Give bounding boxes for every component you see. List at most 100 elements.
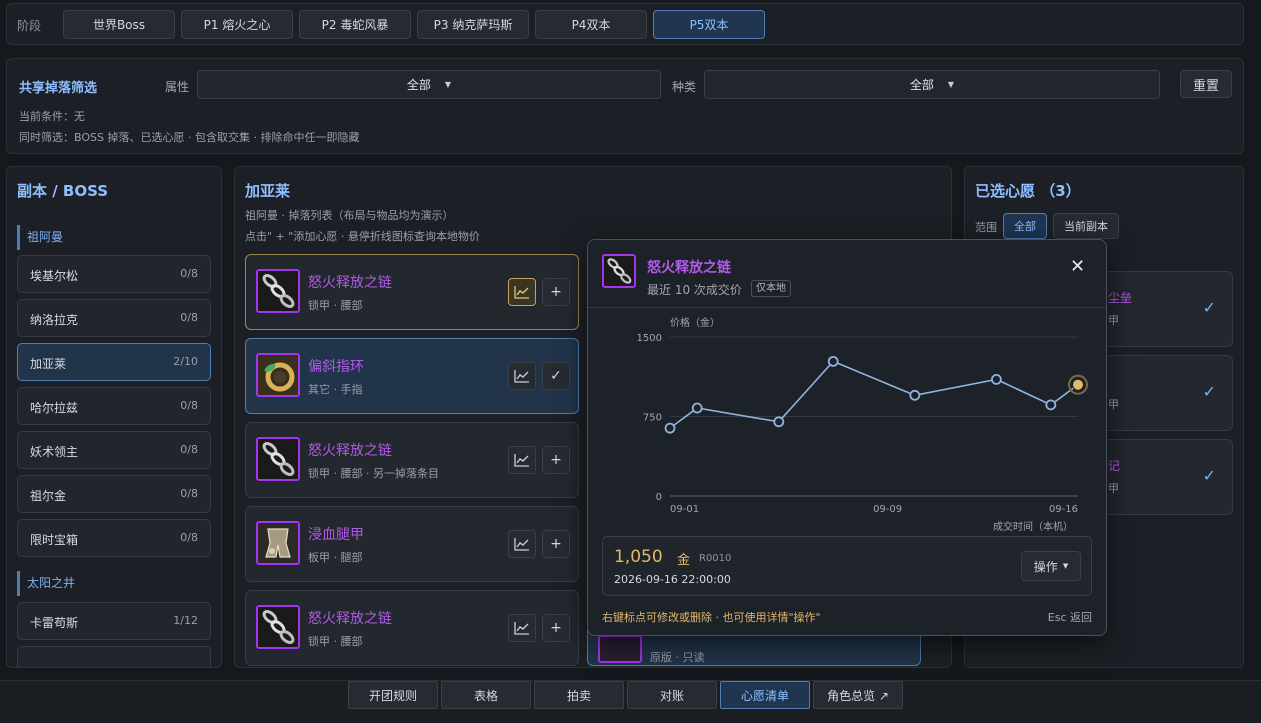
add-wish-button[interactable]: +: [542, 530, 570, 558]
drop-name: 浸血腿甲: [308, 527, 364, 543]
price-chart-button[interactable]: [508, 530, 536, 558]
filter-description: 同时筛选：BOSS 掉落、已选心愿 · 包含取交集 · 排除命中任一即隐藏: [19, 131, 360, 144]
type-select[interactable]: 全部 ▼: [704, 70, 1160, 99]
drop-meta: 锁甲 · 腰部 · 另一掉落条目: [308, 467, 439, 480]
type-select-value: 全部: [909, 78, 934, 92]
price-chart-button[interactable]: [508, 446, 536, 474]
operation-button[interactable]: 操作 ▼: [1021, 551, 1081, 581]
boss-item[interactable]: 纳洛拉克 0/8: [17, 299, 211, 337]
operation-label: 操作: [1033, 559, 1058, 574]
x-tick-label: 09-01: [670, 504, 699, 515]
price-chart-button[interactable]: [508, 614, 536, 642]
item-icon: [598, 635, 642, 663]
wish-name: 记: [1108, 459, 1121, 473]
stage-button-p4[interactable]: P4双本: [535, 10, 647, 39]
drop-meta: 其它 · 手指: [308, 383, 363, 396]
drop-card[interactable]: 怒火释放之链 锁甲 · 腰部 · 另一掉落条目 +: [245, 422, 579, 498]
local-only-badge: 仅本地: [751, 280, 791, 297]
popup-hint: 右键标点可修改或删除 · 也可使用详情"操作": [602, 611, 821, 624]
stage-button-world-boss[interactable]: 世界Boss: [63, 10, 175, 39]
boss-item[interactable]: 限时宝箱 0/8: [17, 519, 211, 557]
drop-card[interactable]: 偏斜指环 其它 · 手指 ✓: [245, 338, 579, 414]
data-point: [990, 374, 1002, 385]
drop-card[interactable]: 浸血腿甲 板甲 · 腿部 +: [245, 506, 579, 582]
boss-item[interactable]: 哈尔拉兹 0/8: [17, 387, 211, 425]
esc-hint[interactable]: Esc 返回: [1048, 609, 1092, 625]
wish-meta: 甲: [1108, 398, 1119, 411]
trade-time: 2026-09-16 22:00:00: [614, 573, 731, 586]
boss-item[interactable]: [17, 646, 211, 667]
filter-title: 共享掉落筛选: [19, 81, 98, 96]
stage-button-p1[interactable]: P1 熔火之心: [181, 10, 293, 39]
boss-name: 卡雷苟斯: [30, 616, 79, 630]
price-chart-button[interactable]: [508, 278, 536, 306]
add-wish-button[interactable]: +: [542, 278, 570, 306]
drop-card[interactable]: 怒火释放之链 锁甲 · 腰部 +: [245, 254, 579, 330]
boss-count: 0/8: [180, 443, 198, 456]
boss-name: 埃基尔松: [30, 269, 79, 283]
reset-button[interactable]: 重置: [1180, 70, 1232, 98]
boss-count: 0/8: [180, 267, 198, 280]
chain-icon: [256, 605, 300, 649]
group-label-sunwell: 太阳之井: [17, 571, 211, 596]
wished-check-button[interactable]: ✓: [542, 362, 570, 390]
drop-name: 怒火释放之链: [308, 443, 392, 459]
boss-name: 哈尔拉兹: [30, 401, 79, 415]
boss-panel: 副本 / BOSS 祖阿曼 埃基尔松 0/8 纳洛拉克 0/8 加亚莱 2/10…: [6, 166, 222, 668]
line-chart-icon: [514, 454, 529, 467]
attr-select[interactable]: 全部 ▼: [197, 70, 661, 99]
selected-point-info: 1,050 金 R0010 2026-09-16 22:00:00 操作 ▼: [602, 536, 1092, 596]
boss-item-selected[interactable]: 加亚莱 2/10: [17, 343, 211, 381]
check-icon: ✓: [1202, 466, 1216, 485]
boss-count: 0/8: [180, 531, 198, 544]
boss-count: 0/8: [180, 311, 198, 324]
drop-panel-title: 加亚莱: [245, 182, 291, 200]
tab-rules[interactable]: 开团规则: [348, 681, 438, 709]
y-tick-label: 750: [643, 413, 662, 424]
boss-count: 1/12: [173, 614, 198, 627]
stage-button-p2[interactable]: P2 毒蛇风暴: [299, 10, 411, 39]
wish-name: 尘垒: [1108, 291, 1133, 305]
add-wish-button[interactable]: +: [542, 446, 570, 474]
add-wish-button[interactable]: +: [542, 614, 570, 642]
ring-icon: [256, 353, 300, 397]
y-tick-label: 0: [656, 492, 662, 503]
boss-item[interactable]: 埃基尔松 0/8: [17, 255, 211, 293]
stage-button-p3[interactable]: P3 纳克萨玛斯: [417, 10, 529, 39]
x-tick-label: 09-16: [1049, 504, 1078, 515]
price-line: [669, 360, 1079, 429]
boss-item[interactable]: 妖术领主 0/8: [17, 431, 211, 469]
data-point: [664, 422, 676, 434]
price-chart: 价格（金） 0 750 1500 09-01 09-09 09-16 成交时间（本机）: [637, 316, 1088, 533]
popup-subtitle: 最近 10 次成交价: [647, 283, 742, 297]
price-history-popup: 怒火释放之链 最近 10 次成交价 仅本地 ✕ 价格（金） 0 750 1500 09-…: [587, 239, 1107, 636]
chain-icon: [602, 254, 636, 288]
tab-table[interactable]: 表格: [441, 681, 531, 709]
boss-item[interactable]: 卡雷苟斯 1/12: [17, 602, 211, 640]
type-label: 种类: [672, 80, 697, 94]
y-axis-label: 价格（金）: [670, 316, 720, 329]
stage-button-p5[interactable]: P5双本: [653, 10, 765, 39]
scope-current-button[interactable]: 当前副本: [1053, 213, 1119, 239]
popup-title: 怒火释放之链: [647, 260, 731, 276]
scope-label: 范围: [975, 221, 997, 234]
data-point: [1045, 399, 1057, 411]
price-chart-button[interactable]: [508, 362, 536, 390]
close-icon[interactable]: ✕: [1070, 256, 1085, 277]
tab-character-overview[interactable]: 角色总览 ↗: [813, 681, 903, 709]
tab-auction[interactable]: 拍卖: [534, 681, 624, 709]
check-icon: ✓: [1202, 298, 1216, 317]
legs-icon: [256, 521, 300, 565]
tab-wishlist[interactable]: 心愿清单: [720, 681, 810, 709]
boss-name: 纳洛拉克: [30, 313, 79, 327]
scope-all-button[interactable]: 全部: [1003, 213, 1047, 239]
drop-meta: 板甲 · 腿部: [308, 551, 363, 564]
wish-meta: 甲: [1108, 314, 1119, 327]
tab-reconcile[interactable]: 对账: [627, 681, 717, 709]
stage-label: 阶段: [17, 19, 42, 33]
boss-item[interactable]: 祖尔金 0/8: [17, 475, 211, 513]
drop-card[interactable]: 怒火释放之链 锁甲 · 腰部 +: [245, 590, 579, 666]
wish-meta: 甲: [1108, 482, 1119, 495]
data-point-selected: [1072, 378, 1084, 391]
attr-select-value: 全部: [406, 78, 431, 92]
